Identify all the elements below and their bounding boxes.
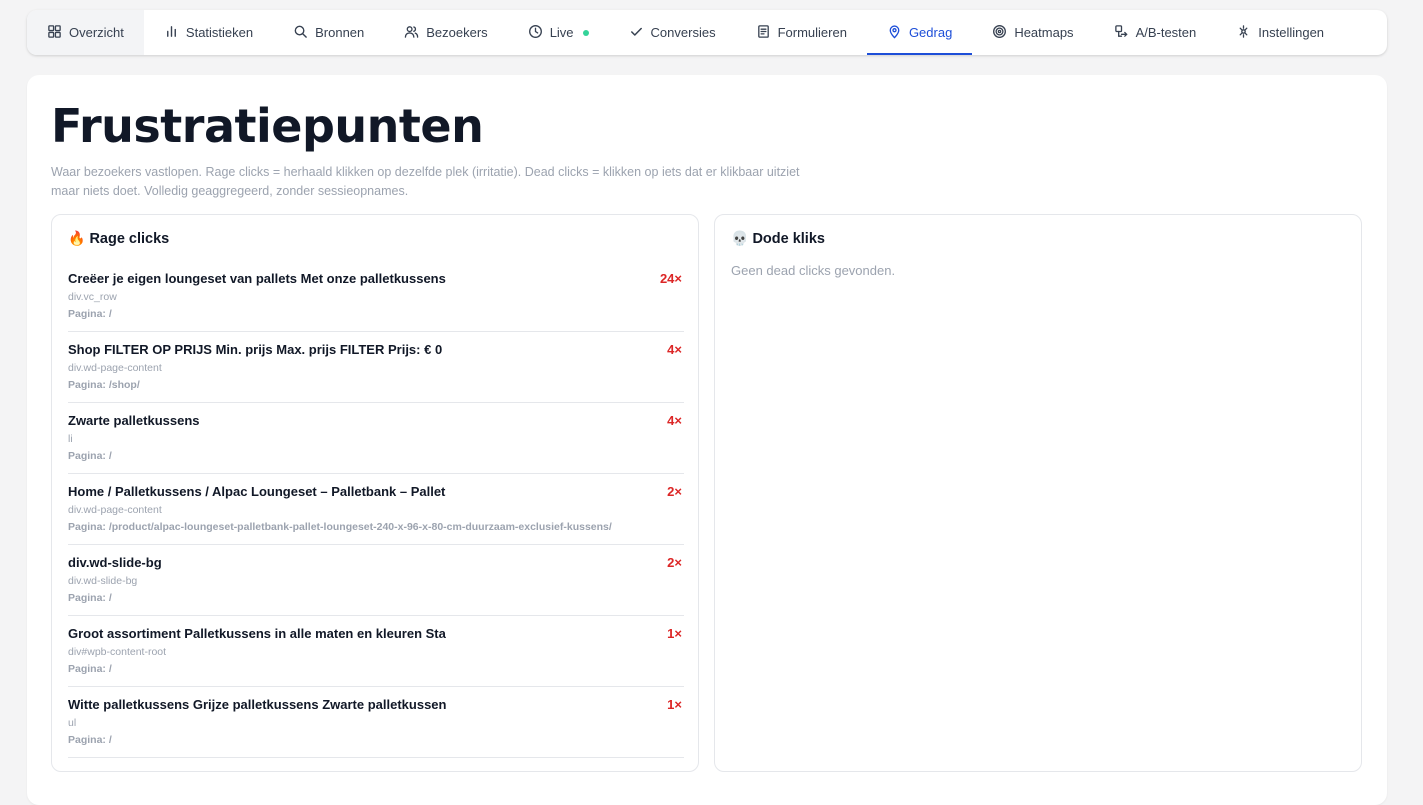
- dead-clicks-empty-state: Geen dead clicks gevonden.: [731, 263, 896, 278]
- rage-click-selector: div#wpb-content-root: [68, 646, 167, 658]
- tab-label: Overzicht: [69, 25, 124, 40]
- rage-click-count: 4×: [667, 342, 682, 357]
- search-icon: [293, 24, 308, 42]
- tab-ab-testen[interactable]: A/B-testen: [1094, 10, 1217, 55]
- rage-click-text: div.wd-slide-bg: [68, 555, 162, 570]
- rage-click-count: 24×: [659, 271, 682, 286]
- tab-label: Statistieken: [185, 25, 254, 40]
- tab-gedrag[interactable]: Gedrag: [866, 10, 973, 55]
- tab-bezoekers[interactable]: Bezoekers: [384, 10, 507, 55]
- rage-click-page: Pagina: /: [68, 450, 112, 462]
- rage-click-page: Pagina: /: [68, 663, 112, 675]
- grid-icon: [47, 24, 62, 42]
- rage-clicks-heading: 🔥 Rage clicks: [68, 230, 169, 247]
- rage-click-selector: div.vc_row: [68, 291, 117, 303]
- map-pin-icon: [887, 24, 902, 42]
- rage-click-row[interactable]: Zwarte palletkussens li Pagina: / 4×: [68, 403, 684, 474]
- rage-click-count: 1×: [667, 626, 682, 641]
- rage-click-selector: div.wd-slide-bg: [68, 575, 138, 587]
- fire-icon: 🔥: [68, 230, 86, 246]
- target-icon: [992, 24, 1007, 42]
- tab-label: Heatmaps: [1014, 25, 1074, 40]
- clock-icon: [528, 24, 543, 42]
- rage-click-selector: div.wd-page-content: [68, 362, 162, 374]
- rage-click-row[interactable]: Groot assortiment Palletkussens in alle …: [68, 616, 684, 687]
- tab-label: Bezoekers: [426, 25, 488, 40]
- check-icon: [629, 24, 644, 42]
- rage-click-row[interactable]: div.wd-slide-bg div.wd-slide-bg Pagina: / 2…: [68, 545, 684, 616]
- tab-live[interactable]: Live: [508, 10, 609, 55]
- tab-conversies[interactable]: Conversies: [609, 10, 736, 55]
- rage-click-selector: ul: [68, 717, 77, 729]
- rage-click-text: Zwarte palletkussens: [68, 413, 200, 428]
- skull-icon: 💀: [731, 230, 749, 246]
- tab-label: A/B-testen: [1135, 25, 1197, 40]
- main-nav: Overzicht Statistieken Bronnen Bezoekers…: [27, 10, 1387, 55]
- tab-formulieren[interactable]: Formulieren: [736, 10, 867, 55]
- users-icon: [404, 24, 419, 42]
- rage-clicks-list: Creëer je eigen loungeset van pallets Me…: [68, 261, 684, 758]
- settings-icon: [1236, 24, 1251, 42]
- rage-click-page: Pagina: /shop/: [68, 379, 140, 391]
- rage-click-row[interactable]: Witte palletkussens Grijze palletkussens…: [68, 687, 684, 758]
- ab-test-icon: [1114, 24, 1129, 42]
- page-description: Waar bezoekers vastlopen. Rage clicks = …: [51, 165, 800, 198]
- rage-click-count: 2×: [667, 484, 682, 499]
- tab-statistieken[interactable]: Statistieken: [144, 10, 273, 55]
- live-status-dot: [582, 29, 589, 36]
- rage-click-row[interactable]: Home / Palletkussens / Alpac Loungeset –…: [68, 474, 684, 545]
- rage-click-row[interactable]: Creëer je eigen loungeset van pallets Me…: [68, 261, 684, 332]
- page-title: Frustratiepunten: [51, 99, 484, 153]
- tab-label: Instellingen: [1258, 25, 1325, 40]
- bar-chart-icon: [164, 24, 179, 42]
- form-icon: [756, 24, 771, 42]
- rage-click-count: 4×: [667, 413, 682, 428]
- rage-click-count: 1×: [667, 697, 682, 712]
- rage-click-selector: li: [68, 433, 73, 445]
- dead-clicks-title: Dode kliks: [752, 230, 825, 247]
- tab-label: Gedrag: [908, 25, 953, 40]
- rage-click-page: Pagina: /product/alpac-loungeset-palletb…: [68, 521, 612, 533]
- main-content-card: Frustratiepunten Waar bezoekers vastlope…: [27, 75, 1387, 805]
- rage-click-count: 2×: [667, 555, 682, 570]
- dead-clicks-panel: 💀 Dode kliks Geen dead clicks gevonden.: [714, 214, 1362, 772]
- rage-clicks-panel: 🔥 Rage clicks Creëer je eigen loungeset …: [51, 214, 699, 772]
- rage-click-row[interactable]: Shop FILTER OP PRIJS Min. prijs Max. pri…: [68, 332, 684, 403]
- dead-clicks-heading: 💀 Dode kliks: [731, 230, 825, 247]
- rage-click-text: Shop FILTER OP PRIJS Min. prijs Max. pri…: [68, 342, 443, 357]
- rage-click-text: Witte palletkussens Grijze palletkussens…: [68, 697, 447, 712]
- tab-label: Bronnen: [315, 25, 365, 40]
- rage-click-page: Pagina: /: [68, 734, 112, 746]
- rage-click-text: Groot assortiment Palletkussens in alle …: [68, 626, 446, 641]
- tab-label: Conversies: [650, 25, 716, 40]
- rage-click-page: Pagina: /: [68, 592, 112, 604]
- tab-label: Live: [549, 25, 574, 40]
- tab-heatmaps[interactable]: Heatmaps: [972, 10, 1093, 55]
- rage-clicks-title: Rage clicks: [89, 230, 170, 247]
- rage-click-selector: div.wd-page-content: [68, 504, 162, 516]
- rage-click-text: Creëer je eigen loungeset van pallets Me…: [68, 271, 446, 286]
- tab-overzicht[interactable]: Overzicht: [27, 10, 144, 55]
- rage-click-text: Home / Palletkussens / Alpac Loungeset –…: [68, 484, 446, 499]
- tab-bronnen[interactable]: Bronnen: [273, 10, 384, 55]
- tab-instellingen[interactable]: Instellingen: [1216, 10, 1344, 55]
- rage-click-page: Pagina: /: [68, 308, 112, 320]
- tab-label: Formulieren: [777, 25, 847, 40]
